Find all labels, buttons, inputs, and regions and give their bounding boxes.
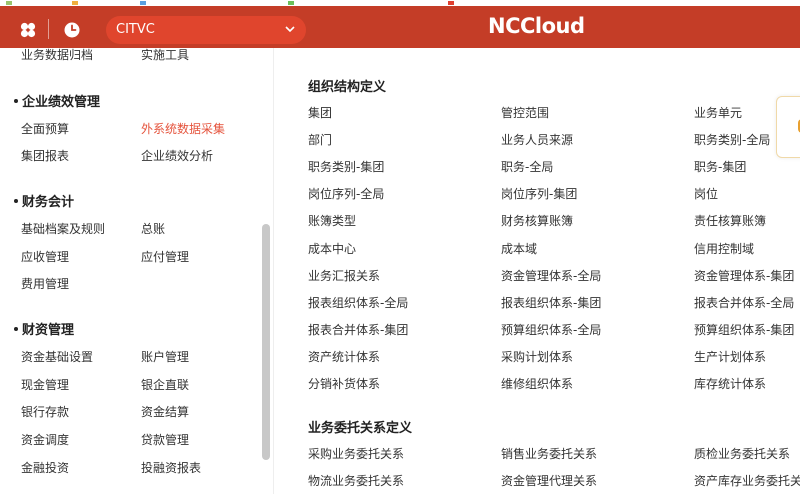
sidebar-item[interactable]: 企业绩效分析 [141, 147, 213, 164]
sidebar-item[interactable]: 银企直联 [141, 376, 189, 393]
sidebar-item[interactable]: 账户管理 [141, 348, 189, 365]
config-link[interactable]: 销售业务委托关系 [501, 445, 597, 462]
config-link[interactable]: 管控范围 [501, 104, 549, 121]
config-link[interactable]: 资产统计体系 [308, 348, 380, 365]
bullet-icon [14, 98, 18, 103]
sidebar-item[interactable]: 银行存款 [21, 403, 69, 420]
config-link[interactable]: 报表合并体系-全局 [694, 294, 794, 311]
config-link[interactable]: 账簿类型 [308, 212, 356, 229]
config-link[interactable]: 维修组织体系 [501, 375, 573, 392]
config-link[interactable]: 岗位 [694, 185, 718, 202]
app-grid-button[interactable] [18, 20, 38, 40]
main-content: 组织结构定义 集团 管控范围 业务单元部门 业务人员来源 职务类别-全局职务类别-集团 职… [274, 48, 800, 494]
config-link[interactable]: 信用控制域 [694, 240, 754, 257]
config-link[interactable]: 业务汇报关系 [308, 267, 380, 284]
sidebar-item[interactable]: 金融投资 [21, 459, 69, 476]
sidebar-item[interactable]: 集团报表 [21, 147, 69, 164]
config-link[interactable]: 业务单元 [694, 104, 742, 121]
config-link[interactable]: 生产计划体系 [694, 348, 766, 365]
clover-menu-icon [20, 22, 36, 38]
config-link[interactable]: 报表组织体系-全局 [308, 294, 408, 311]
config-link[interactable]: 成本域 [501, 240, 537, 257]
config-link[interactable]: 预算组织体系-集团 [694, 321, 794, 338]
sidebar-menu: 业务数据归档 实施工具 企业绩效管理 全面预算 外系统数据采集 集团报表 企业绩… [0, 48, 274, 494]
config-link[interactable]: 报表组织体系-集团 [501, 294, 601, 311]
sidebar-group-label: 企业绩效管理 [22, 95, 101, 110]
sidebar-group-title: 财务会计 [14, 191, 74, 210]
sidebar-item[interactable]: 费用管理 [21, 275, 69, 292]
floating-side-tab[interactable] [776, 96, 800, 158]
config-link[interactable]: 物流业务委托关系 [308, 472, 404, 489]
strip-mark [448, 1, 454, 5]
sidebar-item[interactable]: 投融资报表 [141, 459, 201, 476]
config-link[interactable]: 职务-集团 [694, 158, 746, 175]
config-link[interactable]: 库存统计体系 [694, 375, 766, 392]
strip-mark [288, 1, 294, 5]
config-link[interactable]: 部门 [308, 131, 332, 148]
sidebar-item[interactable]: 业务数据归档 [21, 48, 93, 63]
sidebar-item[interactable]: 资金结算 [141, 403, 189, 420]
sidebar-item[interactable]: 应付管理 [141, 248, 189, 265]
sidebar-scrollbar[interactable] [262, 224, 270, 460]
sidebar-item[interactable]: 应收管理 [21, 248, 69, 265]
header-separator [48, 19, 49, 39]
config-link[interactable]: 资金管理体系-全局 [501, 267, 601, 284]
sidebar-item-active[interactable]: 外系统数据采集 [141, 120, 225, 137]
sidebar-group-label: 财资管理 [22, 323, 75, 338]
sidebar-item[interactable]: 资金调度 [21, 431, 69, 448]
config-link[interactable]: 财务核算账簿 [501, 212, 573, 229]
section-title: 业务委托关系定义 [308, 421, 413, 436]
config-link[interactable]: 职务类别-集团 [308, 158, 384, 175]
sidebar-item[interactable]: 总账 [141, 220, 165, 237]
sidebar-group-label: 财务会计 [22, 195, 75, 210]
config-link[interactable]: 职务-全局 [501, 158, 553, 175]
config-link[interactable]: 岗位序列-集团 [501, 185, 577, 202]
config-link[interactable]: 预算组织体系-全局 [501, 321, 601, 338]
recent-history-button[interactable] [62, 20, 82, 40]
sidebar-item[interactable]: 资金基础设置 [21, 348, 93, 365]
strip-mark [72, 1, 78, 5]
config-link[interactable]: 资产库存业务委托关系 [694, 472, 800, 489]
section-title: 组织结构定义 [308, 80, 387, 95]
strip-mark [6, 1, 12, 5]
sidebar-group-title: 企业绩效管理 [14, 91, 100, 110]
config-link[interactable]: 成本中心 [308, 240, 356, 257]
sidebar-item[interactable]: 实施工具 [141, 48, 189, 63]
clock-icon [64, 22, 80, 38]
config-link[interactable]: 质检业务委托关系 [694, 445, 790, 462]
config-link[interactable]: 集团 [308, 104, 332, 121]
config-link[interactable]: 资金管理代理关系 [501, 472, 597, 489]
config-link[interactable]: 岗位序列-全局 [308, 185, 384, 202]
sidebar-item[interactable]: 基础档案及规则 [21, 220, 105, 237]
config-link[interactable]: 业务人员来源 [501, 131, 573, 148]
sidebar-item[interactable]: 全面预算 [21, 120, 69, 137]
org-selector[interactable]: CITVC [106, 16, 306, 44]
strip-mark [140, 1, 146, 5]
bullet-icon [14, 326, 18, 331]
config-link[interactable]: 资金管理体系-集团 [694, 267, 794, 284]
config-link[interactable]: 采购业务委托关系 [308, 445, 404, 462]
sidebar-item[interactable]: 现金管理 [21, 376, 69, 393]
org-selector-value: CITVC [116, 22, 155, 37]
bullet-icon [14, 198, 18, 203]
config-link[interactable]: 报表合并体系-集团 [308, 321, 408, 338]
brand-logo: NCCloud [488, 14, 585, 38]
sidebar-group-title: 财资管理 [14, 319, 74, 338]
config-link[interactable]: 分销补货体系 [308, 375, 380, 392]
config-link[interactable]: 采购计划体系 [501, 348, 573, 365]
config-link[interactable]: 职务类别-全局 [694, 131, 770, 148]
sidebar-item[interactable]: 贷款管理 [141, 431, 189, 448]
config-link[interactable]: 责任核算账簿 [694, 212, 766, 229]
